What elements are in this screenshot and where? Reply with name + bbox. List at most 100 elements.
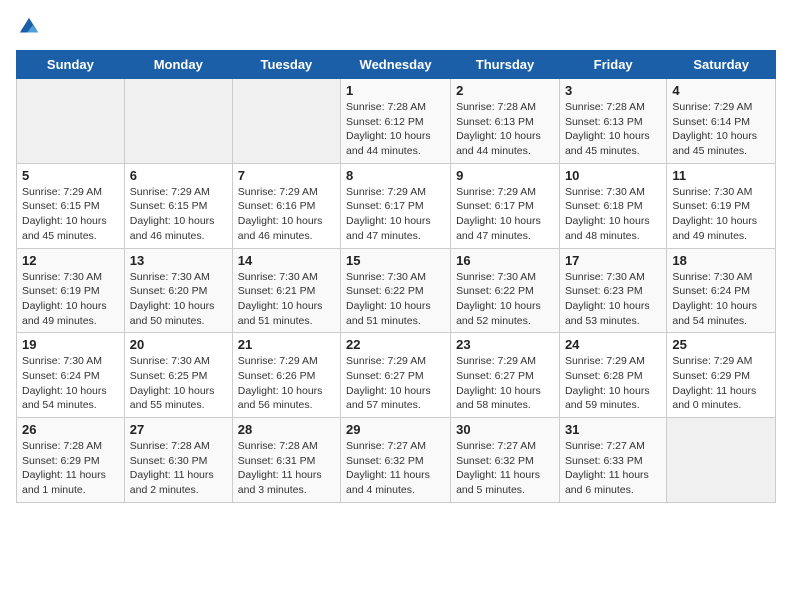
day-number: 1 — [346, 83, 445, 98]
day-number: 27 — [130, 422, 227, 437]
day-number: 5 — [22, 168, 119, 183]
calendar-cell: 25 Sunrise: 7:29 AM Sunset: 6:29 PM Dayli… — [667, 333, 776, 418]
calendar-cell: 11 Sunrise: 7:30 AM Sunset: 6:19 PM Dayli… — [667, 163, 776, 248]
day-number: 17 — [565, 253, 661, 268]
day-number: 6 — [130, 168, 227, 183]
day-number: 16 — [456, 253, 554, 268]
day-info: Sunrise: 7:29 AM Sunset: 6:27 PM Dayligh… — [456, 354, 554, 413]
day-info: Sunrise: 7:28 AM Sunset: 6:12 PM Dayligh… — [346, 100, 445, 159]
calendar-cell: 8Sunrise: 7:29 AM Sunset: 6:17 PM Daylig… — [341, 163, 451, 248]
day-info: Sunrise: 7:29 AM Sunset: 6:14 PM Dayligh… — [672, 100, 770, 159]
day-info: Sunrise: 7:30 AM Sunset: 6:18 PM Dayligh… — [565, 185, 661, 244]
calendar-cell: 28 Sunrise: 7:28 AM Sunset: 6:31 PM Dayli… — [232, 418, 340, 503]
day-info: Sunrise: 7:27 AM Sunset: 6:33 PM Dayligh… — [565, 439, 661, 498]
day-number: 30 — [456, 422, 554, 437]
calendar-cell: 18 Sunrise: 7:30 AM Sunset: 6:24 PM Dayli… — [667, 248, 776, 333]
calendar-cell: 20 Sunrise: 7:30 AM Sunset: 6:25 PM Dayli… — [124, 333, 232, 418]
day-number: 28 — [238, 422, 335, 437]
day-number: 12 — [22, 253, 119, 268]
day-info: Sunrise: 7:28 AM Sunset: 6:30 PM Dayligh… — [130, 439, 227, 498]
day-number: 22 — [346, 337, 445, 352]
day-info: Sunrise: 7:30 AM Sunset: 6:22 PM Dayligh… — [346, 270, 445, 329]
calendar-cell: 24 Sunrise: 7:29 AM Sunset: 6:28 PM Dayli… — [559, 333, 666, 418]
logo-icon — [18, 16, 40, 38]
day-info: Sunrise: 7:30 AM Sunset: 6:19 PM Dayligh… — [22, 270, 119, 329]
day-info: Sunrise: 7:29 AM Sunset: 6:15 PM Dayligh… — [22, 185, 119, 244]
calendar-week-row: 12 Sunrise: 7:30 AM Sunset: 6:19 PM Dayli… — [17, 248, 776, 333]
day-number: 21 — [238, 337, 335, 352]
day-number: 4 — [672, 83, 770, 98]
day-info: Sunrise: 7:30 AM Sunset: 6:21 PM Dayligh… — [238, 270, 335, 329]
calendar-cell: 7Sunrise: 7:29 AM Sunset: 6:16 PM Daylig… — [232, 163, 340, 248]
day-info: Sunrise: 7:30 AM Sunset: 6:25 PM Dayligh… — [130, 354, 227, 413]
calendar-cell: 12 Sunrise: 7:30 AM Sunset: 6:19 PM Dayli… — [17, 248, 125, 333]
day-info: Sunrise: 7:30 AM Sunset: 6:24 PM Dayligh… — [22, 354, 119, 413]
day-info: Sunrise: 7:29 AM Sunset: 6:26 PM Dayligh… — [238, 354, 335, 413]
calendar-cell — [124, 79, 232, 164]
day-number: 8 — [346, 168, 445, 183]
day-number: 23 — [456, 337, 554, 352]
logo — [16, 16, 40, 38]
weekday-header-thursday: Thursday — [451, 51, 560, 79]
calendar-header-row: SundayMondayTuesdayWednesdayThursdayFrid… — [17, 51, 776, 79]
calendar-week-row: 19 Sunrise: 7:30 AM Sunset: 6:24 PM Dayli… — [17, 333, 776, 418]
calendar-cell: 5 Sunrise: 7:29 AM Sunset: 6:15 PM Daylig… — [17, 163, 125, 248]
day-number: 9 — [456, 168, 554, 183]
day-info: Sunrise: 7:28 AM Sunset: 6:29 PM Dayligh… — [22, 439, 119, 498]
day-info: Sunrise: 7:30 AM Sunset: 6:23 PM Dayligh… — [565, 270, 661, 329]
day-number: 7 — [238, 168, 335, 183]
day-number: 15 — [346, 253, 445, 268]
calendar-cell: 9 Sunrise: 7:29 AM Sunset: 6:17 PM Daylig… — [451, 163, 560, 248]
calendar-cell: 3 Sunrise: 7:28 AM Sunset: 6:13 PM Daylig… — [559, 79, 666, 164]
weekday-header-wednesday: Wednesday — [341, 51, 451, 79]
weekday-header-sunday: Sunday — [17, 51, 125, 79]
day-info: Sunrise: 7:30 AM Sunset: 6:22 PM Dayligh… — [456, 270, 554, 329]
day-number: 29 — [346, 422, 445, 437]
day-info: Sunrise: 7:30 AM Sunset: 6:24 PM Dayligh… — [672, 270, 770, 329]
calendar-cell — [232, 79, 340, 164]
day-number: 18 — [672, 253, 770, 268]
day-number: 11 — [672, 168, 770, 183]
day-number: 24 — [565, 337, 661, 352]
calendar-cell: 29 Sunrise: 7:27 AM Sunset: 6:32 PM Dayli… — [341, 418, 451, 503]
calendar-cell: 16 Sunrise: 7:30 AM Sunset: 6:22 PM Dayli… — [451, 248, 560, 333]
calendar-cell: 6 Sunrise: 7:29 AM Sunset: 6:15 PM Daylig… — [124, 163, 232, 248]
calendar-cell: 30 Sunrise: 7:27 AM Sunset: 6:32 PM Dayli… — [451, 418, 560, 503]
weekday-header-monday: Monday — [124, 51, 232, 79]
calendar-cell: 10Sunrise: 7:30 AM Sunset: 6:18 PM Dayli… — [559, 163, 666, 248]
calendar-cell: 15 Sunrise: 7:30 AM Sunset: 6:22 PM Dayli… — [341, 248, 451, 333]
day-info: Sunrise: 7:29 AM Sunset: 6:15 PM Dayligh… — [130, 185, 227, 244]
weekday-header-friday: Friday — [559, 51, 666, 79]
calendar-week-row: 26Sunrise: 7:28 AM Sunset: 6:29 PM Dayli… — [17, 418, 776, 503]
calendar-cell: 19 Sunrise: 7:30 AM Sunset: 6:24 PM Dayli… — [17, 333, 125, 418]
day-info: Sunrise: 7:29 AM Sunset: 6:17 PM Dayligh… — [456, 185, 554, 244]
day-info: Sunrise: 7:30 AM Sunset: 6:19 PM Dayligh… — [672, 185, 770, 244]
day-info: Sunrise: 7:27 AM Sunset: 6:32 PM Dayligh… — [346, 439, 445, 498]
calendar-table: SundayMondayTuesdayWednesdayThursdayFrid… — [16, 50, 776, 503]
day-info: Sunrise: 7:30 AM Sunset: 6:20 PM Dayligh… — [130, 270, 227, 329]
calendar-cell: 1 Sunrise: 7:28 AM Sunset: 6:12 PM Daylig… — [341, 79, 451, 164]
day-number: 2 — [456, 83, 554, 98]
calendar-cell: 22Sunrise: 7:29 AM Sunset: 6:27 PM Dayli… — [341, 333, 451, 418]
calendar-cell — [17, 79, 125, 164]
day-info: Sunrise: 7:29 AM Sunset: 6:29 PM Dayligh… — [672, 354, 770, 413]
day-number: 20 — [130, 337, 227, 352]
day-info: Sunrise: 7:28 AM Sunset: 6:31 PM Dayligh… — [238, 439, 335, 498]
weekday-header-saturday: Saturday — [667, 51, 776, 79]
calendar-cell: 13Sunrise: 7:30 AM Sunset: 6:20 PM Dayli… — [124, 248, 232, 333]
calendar-cell: 4 Sunrise: 7:29 AM Sunset: 6:14 PM Daylig… — [667, 79, 776, 164]
day-info: Sunrise: 7:29 AM Sunset: 6:28 PM Dayligh… — [565, 354, 661, 413]
calendar-cell: 27 Sunrise: 7:28 AM Sunset: 6:30 PM Dayli… — [124, 418, 232, 503]
calendar-week-row: 5 Sunrise: 7:29 AM Sunset: 6:15 PM Daylig… — [17, 163, 776, 248]
calendar-week-row: 1 Sunrise: 7:28 AM Sunset: 6:12 PM Daylig… — [17, 79, 776, 164]
calendar-cell: 17 Sunrise: 7:30 AM Sunset: 6:23 PM Dayli… — [559, 248, 666, 333]
page-header — [16, 16, 776, 38]
day-number: 3 — [565, 83, 661, 98]
calendar-cell: 23 Sunrise: 7:29 AM Sunset: 6:27 PM Dayli… — [451, 333, 560, 418]
calendar-cell — [667, 418, 776, 503]
day-info: Sunrise: 7:28 AM Sunset: 6:13 PM Dayligh… — [565, 100, 661, 159]
day-number: 19 — [22, 337, 119, 352]
day-number: 25 — [672, 337, 770, 352]
day-info: Sunrise: 7:28 AM Sunset: 6:13 PM Dayligh… — [456, 100, 554, 159]
day-info: Sunrise: 7:27 AM Sunset: 6:32 PM Dayligh… — [456, 439, 554, 498]
